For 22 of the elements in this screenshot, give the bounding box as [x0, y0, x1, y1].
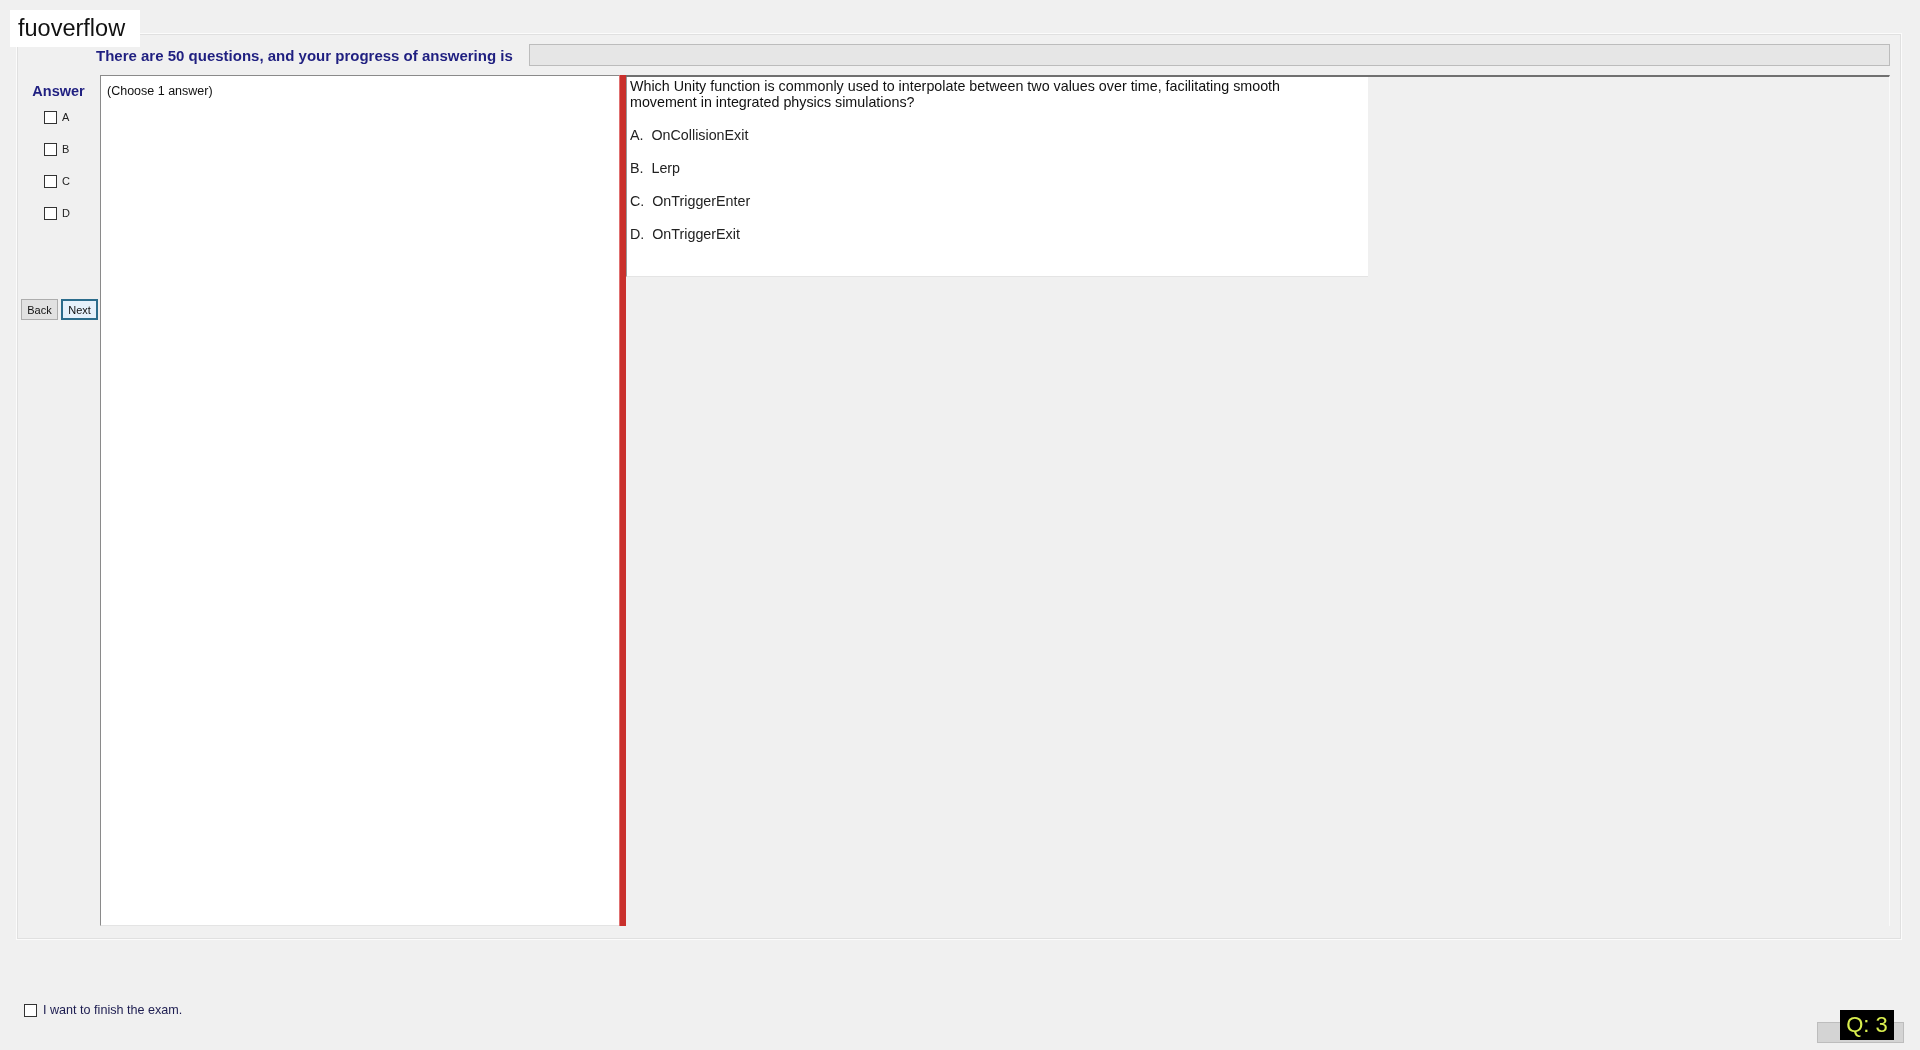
question-text: Which Unity function is commonly used to interpolate between two values over time, facilitating smooth movement in integrated physics simulations?	[630, 78, 1282, 110]
finish-label: I want to finish the exam.	[43, 1003, 183, 1017]
checkbox[interactable]	[44, 142, 57, 156]
site-label: fuoverflow	[10, 10, 140, 47]
option-text: C. OnTriggerEnter	[630, 193, 751, 209]
checkbox[interactable]	[44, 174, 57, 188]
checkbox[interactable]	[44, 206, 57, 220]
answer-title: Answer	[32, 84, 85, 99]
back-button[interactable]: Back	[21, 299, 58, 320]
progress-text: There are 50 questions, and your progress of answering is	[96, 46, 513, 64]
question-number-badge: Q: 3	[1840, 1010, 1894, 1040]
choice-label: C	[62, 175, 70, 187]
checkbox[interactable]	[24, 1003, 37, 1017]
option-text: D. OnTriggerExit	[630, 226, 740, 242]
choice-label: B	[62, 143, 70, 155]
option-text: A. OnCollisionExit	[630, 127, 749, 143]
next-button[interactable]: Next	[61, 299, 98, 320]
choice-label: D	[62, 207, 70, 219]
option-text: B. Lerp	[630, 160, 681, 176]
choice-label: A	[62, 111, 70, 123]
checkbox[interactable]	[44, 110, 57, 124]
hint-text: (Choose 1 answer)	[107, 84, 213, 98]
